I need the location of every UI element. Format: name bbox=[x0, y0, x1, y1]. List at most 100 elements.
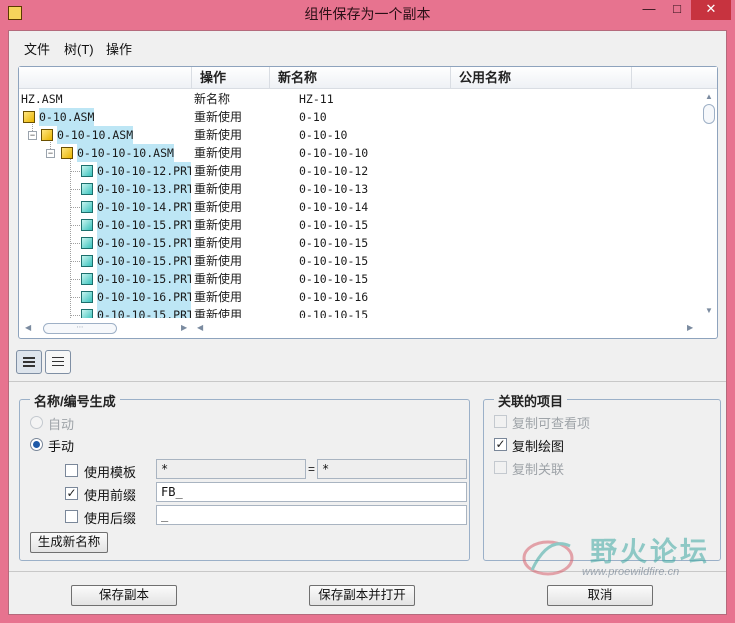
new-name-cell[interactable]: 0-10 bbox=[299, 108, 327, 126]
model-name-cell[interactable]: 0-10-10-12.PRT bbox=[97, 162, 191, 180]
collapse-toggle-icon[interactable]: − bbox=[28, 131, 37, 140]
operation-cell[interactable]: 重新使用 bbox=[194, 144, 242, 162]
collapse-toggle-icon[interactable]: − bbox=[46, 149, 55, 158]
table-row[interactable]: 0-10-10-12.PRT 重新使用 0-10-10-12 bbox=[19, 162, 699, 180]
operation-cell[interactable]: 重新使用 bbox=[194, 306, 242, 318]
new-name-cell[interactable]: 0-10-10-15 bbox=[299, 216, 368, 234]
model-name-cell[interactable]: 0-10-10-15.PRT bbox=[97, 306, 191, 318]
operation-cell[interactable]: 重新使用 bbox=[194, 288, 242, 306]
template-to-field[interactable]: * bbox=[317, 459, 467, 479]
model-name-cell[interactable]: 0-10-10-15.PRT bbox=[97, 252, 191, 270]
column-header-new-name[interactable]: 新名称 bbox=[270, 67, 451, 89]
new-name-cell[interactable]: 0-10-10-15 bbox=[299, 234, 368, 252]
table-row[interactable]: 0-10.ASM 重新使用 0-10 bbox=[19, 108, 699, 126]
menu-actions[interactable]: 操作 bbox=[106, 39, 132, 58]
generate-names-button[interactable]: 生成新名称 bbox=[30, 532, 108, 553]
operation-cell[interactable]: 重新使用 bbox=[194, 234, 242, 252]
title-bar[interactable]: 组件保存为一个副本 — □ ✕ bbox=[0, 0, 735, 28]
template-from-field[interactable]: * bbox=[156, 459, 306, 479]
table-row[interactable]: 0-10-10-15.PRT 重新使用 0-10-10-15 bbox=[19, 216, 699, 234]
suffix-field[interactable]: _ bbox=[156, 505, 467, 525]
operation-cell[interactable]: 重新使用 bbox=[194, 216, 242, 234]
menu-tree[interactable]: 树(T) bbox=[64, 39, 94, 58]
model-name-cell[interactable]: 0-10-10-14.PRT bbox=[97, 198, 191, 216]
new-name-cell[interactable]: 0-10-10-16 bbox=[299, 288, 368, 306]
use-prefix-checkbox[interactable]: ✓ bbox=[65, 487, 78, 500]
operation-cell[interactable]: 重新使用 bbox=[194, 270, 242, 288]
new-name-cell[interactable]: 0-10-10 bbox=[299, 126, 347, 144]
operation-cell[interactable]: 重新使用 bbox=[194, 198, 242, 216]
table-row[interactable]: 0-10-10-15.PRT 重新使用 0-10-10-15 bbox=[19, 270, 699, 288]
column-header-common-name[interactable]: 公用名称 bbox=[451, 67, 632, 89]
table-row[interactable]: 0-10-10-15.PRT 重新使用 0-10-10-15 bbox=[19, 306, 699, 318]
new-name-cell[interactable]: HZ-11 bbox=[299, 90, 334, 108]
flame-logo-icon bbox=[522, 540, 574, 576]
table-row[interactable]: 0-10-10-14.PRT 重新使用 0-10-10-14 bbox=[19, 198, 699, 216]
scroll-left-arrow[interactable]: ◀ bbox=[25, 323, 31, 332]
use-suffix-checkbox[interactable] bbox=[65, 510, 78, 523]
scroll-right-arrow-2[interactable]: ▶ bbox=[687, 323, 693, 332]
related-item-checkbox[interactable]: ✓ bbox=[494, 438, 507, 451]
operation-cell[interactable]: 重新使用 bbox=[194, 252, 242, 270]
related-item-checkbox[interactable] bbox=[494, 415, 507, 428]
model-name-cell[interactable]: 0-10-10-10.ASM bbox=[77, 144, 174, 162]
assembly-icon bbox=[23, 111, 35, 123]
model-name-cell[interactable]: 0-10-10-15.PRT bbox=[97, 270, 191, 288]
model-name-cell[interactable]: 0-10-10-13.PRT bbox=[97, 180, 191, 198]
operation-cell[interactable]: 重新使用 bbox=[194, 126, 242, 144]
new-name-cell[interactable]: 0-10-10-15 bbox=[299, 270, 368, 288]
use-template-checkbox[interactable] bbox=[65, 464, 78, 477]
model-name-cell[interactable]: 0-10.ASM bbox=[39, 108, 95, 126]
component-tree-table[interactable]: 操作 新名称 公用名称 HZ.ASM 新名称 HZ-11 0-10.ASM 重新使用 0-… bbox=[18, 66, 718, 339]
table-row[interactable]: HZ.ASM 新名称 HZ-11 bbox=[19, 90, 699, 108]
table-row[interactable]: 0-10-10-16.PRT 重新使用 0-10-10-16 bbox=[19, 288, 699, 306]
related-item-checkbox[interactable] bbox=[494, 461, 507, 474]
cancel-button[interactable]: 取消 bbox=[547, 585, 653, 606]
new-name-cell[interactable]: 0-10-10-15 bbox=[299, 252, 368, 270]
table-row[interactable]: 0-10-10-15.PRT 重新使用 0-10-10-15 bbox=[19, 234, 699, 252]
manual-radio[interactable] bbox=[30, 438, 43, 451]
menu-file[interactable]: 文件 bbox=[24, 39, 50, 58]
horizontal-scrollbar[interactable]: ◀ ⋯ ▶ ◀ ▶ bbox=[19, 319, 717, 337]
new-name-cell[interactable]: 0-10-10-14 bbox=[299, 198, 368, 216]
table-row[interactable]: 0-10-10-15.PRT 重新使用 0-10-10-15 bbox=[19, 252, 699, 270]
operation-cell[interactable]: 重新使用 bbox=[194, 108, 242, 126]
save-copy-button[interactable]: 保存副本 bbox=[71, 585, 177, 606]
model-name-cell[interactable]: 0-10-10-15.PRT bbox=[97, 216, 191, 234]
vertical-scroll-thumb[interactable] bbox=[703, 104, 715, 124]
scroll-up-arrow[interactable]: ▲ bbox=[705, 92, 713, 101]
operation-cell[interactable]: 重新使用 bbox=[194, 162, 242, 180]
new-name-cell[interactable]: 0-10-10-12 bbox=[299, 162, 368, 180]
vertical-scrollbar[interactable]: ▲ ▼ bbox=[701, 90, 717, 318]
model-name-cell[interactable]: 0-10-10-15.PRT bbox=[97, 234, 191, 252]
scroll-right-arrow[interactable]: ▶ bbox=[181, 323, 187, 332]
maximize-button[interactable]: □ bbox=[663, 0, 691, 20]
table-row[interactable]: − 0-10-10.ASM 重新使用 0-10-10 bbox=[19, 126, 699, 144]
manual-label: 手动 bbox=[48, 439, 75, 454]
list-view-button[interactable] bbox=[45, 350, 71, 374]
table-row[interactable]: 0-10-10-13.PRT 重新使用 0-10-10-13 bbox=[19, 180, 699, 198]
minimize-button[interactable]: — bbox=[635, 0, 663, 20]
scroll-left-arrow-2[interactable]: ◀ bbox=[197, 323, 203, 332]
auto-label: 自动 bbox=[48, 417, 75, 432]
model-name-cell[interactable]: 0-10-10-16.PRT bbox=[97, 288, 191, 306]
part-icon bbox=[81, 219, 93, 231]
auto-radio[interactable] bbox=[30, 416, 43, 429]
scroll-down-arrow[interactable]: ▼ bbox=[705, 306, 713, 315]
model-name-cell[interactable]: HZ.ASM bbox=[21, 90, 63, 108]
column-header-operation[interactable]: 操作 bbox=[192, 67, 270, 89]
new-name-cell[interactable]: 0-10-10-10 bbox=[299, 144, 368, 162]
related-item-label: 复制绘图 bbox=[512, 439, 565, 454]
horizontal-scroll-thumb[interactable]: ⋯ bbox=[43, 323, 117, 334]
tree-view-button[interactable] bbox=[16, 350, 42, 374]
save-copy-and-open-button[interactable]: 保存副本并打开 bbox=[309, 585, 415, 606]
new-name-cell[interactable]: 0-10-10-15 bbox=[299, 306, 368, 318]
table-row[interactable]: − 0-10-10-10.ASM 重新使用 0-10-10-10 bbox=[19, 144, 699, 162]
close-button[interactable]: ✕ bbox=[691, 0, 731, 20]
operation-cell[interactable]: 重新使用 bbox=[194, 180, 242, 198]
model-name-cell[interactable]: 0-10-10.ASM bbox=[57, 126, 134, 144]
new-name-cell[interactable]: 0-10-10-13 bbox=[299, 180, 368, 198]
prefix-field[interactable]: FB_ bbox=[156, 482, 467, 502]
operation-cell[interactable]: 新名称 bbox=[194, 90, 230, 108]
column-header-model[interactable] bbox=[19, 67, 192, 89]
